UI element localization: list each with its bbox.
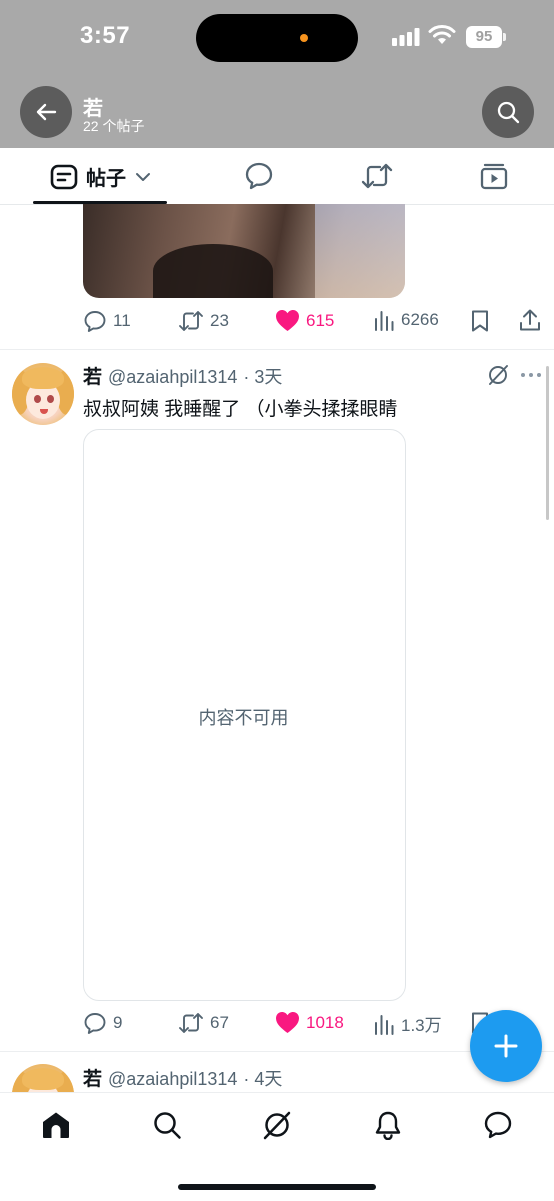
search-button[interactable]: [482, 86, 534, 138]
post-count: 22 个帖子: [83, 118, 145, 134]
post1-share-button[interactable]: [519, 308, 541, 332]
media-tab-icon: [480, 163, 508, 190]
heart-icon: [276, 310, 299, 331]
views-icon: [375, 1014, 394, 1035]
search-icon: [497, 101, 520, 124]
post1-repost-button[interactable]: 23: [178, 309, 229, 333]
tab-posts-label: 帖子: [86, 168, 126, 190]
repost-icon: [179, 311, 203, 331]
dynamic-island: [196, 14, 358, 62]
grok-icon: [489, 365, 508, 385]
post1-bookmark-button[interactable]: [469, 309, 491, 333]
back-arrow-icon: [36, 103, 57, 121]
nav-messages[interactable]: [483, 1110, 513, 1140]
tab-reposts[interactable]: [361, 161, 393, 191]
post1-repost-count: 23: [210, 311, 229, 330]
post2-author-name[interactable]: 若: [83, 362, 102, 389]
scrollbar[interactable]: [546, 366, 549, 520]
post1-view-count: 6266: [401, 310, 439, 329]
battery-tip: [503, 33, 506, 41]
views-icon: [375, 311, 394, 331]
post1-reply-count: 11: [113, 311, 131, 330]
post3-time: · 4天: [243, 1069, 283, 1089]
post2-reply-button[interactable]: 9: [83, 1011, 122, 1035]
status-time: 3:57: [80, 22, 131, 49]
repost-icon: [179, 1013, 203, 1033]
post2-time: · 3天: [243, 367, 283, 387]
home-indicator[interactable]: [178, 1184, 376, 1190]
post2-like-button[interactable]: 1018: [275, 1011, 344, 1034]
tab-media[interactable]: [479, 161, 509, 191]
post2-views[interactable]: 1.3万: [373, 1011, 442, 1036]
grok-icon: [263, 1111, 291, 1140]
nav-grok[interactable]: [262, 1110, 292, 1140]
notifications-icon: [375, 1111, 401, 1140]
back-button[interactable]: [20, 86, 72, 138]
home-icon: [43, 1112, 69, 1138]
posts-icon: [50, 164, 78, 189]
nav-explore[interactable]: [152, 1110, 182, 1140]
bookmark-icon: [472, 310, 488, 332]
chevron-down-icon: [136, 172, 150, 181]
post1-media[interactable]: [83, 204, 405, 298]
media-unavailable-label: 内容不可用: [198, 708, 289, 728]
post1-reply-button[interactable]: 11: [83, 309, 131, 333]
more-icon: [521, 373, 541, 377]
post2-repost-count: 67: [210, 1013, 229, 1032]
tab-posts[interactable]: 帖子: [50, 162, 152, 191]
post1-like-button[interactable]: 615: [275, 309, 334, 332]
nav-notifications[interactable]: [373, 1110, 403, 1140]
mic-indicator: [300, 34, 308, 42]
compose-post-button[interactable]: [470, 1010, 542, 1082]
post3-header: 若 @azaiahpil1314 · 4天: [83, 1064, 282, 1091]
post2-view-count: 1.3万: [401, 1016, 442, 1035]
post2-like-count: 1018: [306, 1012, 344, 1032]
heart-icon: [276, 1012, 299, 1033]
post-divider: [0, 349, 554, 350]
post2-repost-button[interactable]: 67: [178, 1011, 229, 1035]
post2-more-button[interactable]: [520, 372, 542, 378]
reposts-tab-icon: [361, 163, 393, 189]
post2-grok-button[interactable]: [487, 364, 509, 386]
post2-reply-count: 9: [113, 1013, 123, 1032]
reply-icon: [84, 311, 106, 332]
post1-views[interactable]: 6266: [373, 309, 439, 331]
battery-level: 95: [466, 26, 502, 48]
tab-replies[interactable]: [244, 161, 274, 191]
post2-avatar[interactable]: [12, 363, 74, 425]
wifi-icon: [428, 24, 456, 46]
post2-handle[interactable]: @azaiahpil1314: [108, 367, 237, 388]
reply-icon: [84, 1013, 106, 1034]
post3-author-name[interactable]: 若: [83, 1064, 102, 1091]
post2-text: 叔叔阿姨 我睡醒了 （小拳头揉揉眼睛: [83, 399, 398, 420]
replies-tab-icon: [245, 162, 273, 190]
post3-handle[interactable]: @azaiahpil1314: [108, 1069, 237, 1090]
cellular-signal-icon: [392, 28, 420, 46]
nav-home[interactable]: [41, 1110, 71, 1140]
post1-like-count: 615: [306, 310, 335, 330]
share-icon: [520, 309, 540, 331]
plus-icon: [494, 1034, 518, 1058]
messages-icon: [484, 1111, 512, 1139]
explore-icon: [154, 1112, 181, 1139]
post2-header: 若 @azaiahpil1314 · 3天: [83, 362, 282, 389]
